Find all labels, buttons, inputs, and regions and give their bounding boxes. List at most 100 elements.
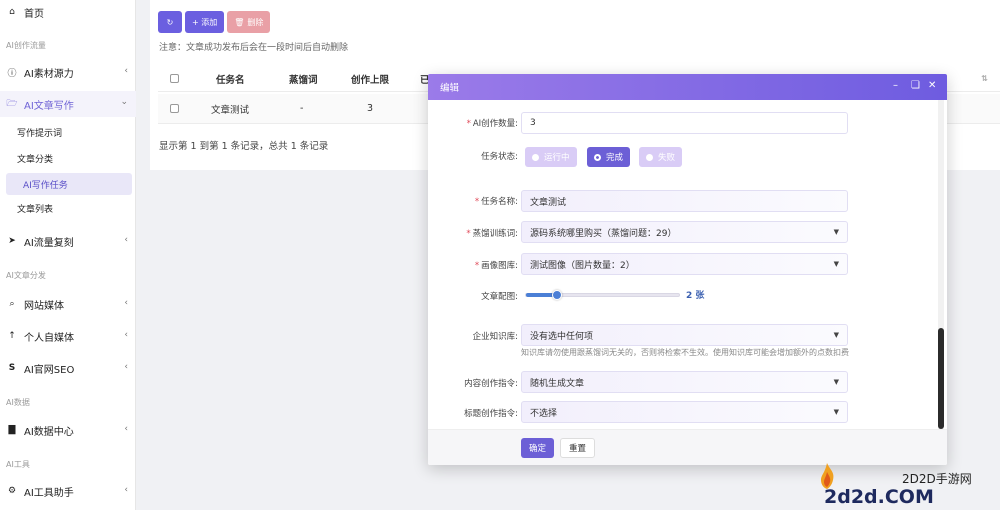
content-select[interactable]: 随机生成文章 ▼ [521, 371, 848, 393]
sidebar-item-data[interactable]: ▇ AI数据中心 ‹ [0, 418, 136, 442]
sidebar-item-writing[interactable]: 🗁 AI文章写作 ⌄ [0, 91, 136, 117]
sidebar-item-home[interactable]: ⌂ 首页 [0, 0, 136, 24]
title-select[interactable]: 不选择 ▼ [521, 401, 848, 423]
gear-icon: ⚙ [7, 486, 17, 496]
chevron-left-icon: ‹ [124, 424, 128, 434]
slider-handle[interactable] [552, 290, 562, 300]
brand-en-text: 2d2d.COM [824, 486, 934, 508]
word-select-value: 源码系统哪里购买（蒸馏问题：29） [530, 228, 677, 239]
count-input[interactable]: 3 [521, 112, 848, 134]
modal-footer: 确定 重置 [428, 429, 947, 465]
chevron-left-icon: ‹ [124, 362, 128, 372]
confirm-button[interactable]: 确定 [521, 438, 555, 458]
pic-slider[interactable] [525, 290, 680, 300]
col-header-limit[interactable]: 创作上限 [351, 72, 389, 86]
home-icon: ⌂ [9, 7, 15, 17]
modal-header: 编辑 – ❏ ✕ [428, 74, 947, 100]
sidebar-item-label: 首页 [24, 8, 44, 20]
title-select-value: 不选择 [530, 408, 558, 419]
chevron-left-icon: ‹ [124, 66, 128, 76]
pagination-info: 显示第 1 到第 1 条记录，总共 1 条记录 [159, 141, 329, 152]
cell-limit: 3 [367, 103, 374, 114]
status-radio-done[interactable]: 完成 [587, 147, 631, 167]
title-label: 标题创作指令: [464, 409, 518, 419]
cell-name: 文章测试 [211, 104, 250, 116]
sidebar-item-seo[interactable]: S AI官网SEO ‹ [0, 356, 136, 380]
count-label: * AI创作数量: [466, 119, 518, 129]
folder-open-icon: 🗁 [6, 99, 18, 109]
chevron-left-icon: ‹ [124, 235, 128, 245]
maximize-icon[interactable]: ❏ [911, 80, 920, 91]
sort-icon[interactable]: ⇅ [981, 74, 988, 83]
sidebar-category-label: AI文章分发 [6, 271, 46, 280]
sidebar-item-label: 个人自媒体 [24, 332, 74, 344]
word-label: * 蒸馏训练词: [466, 229, 518, 239]
sidebar-item-material[interactable]: ⓘ AI素材源力 ‹ [0, 60, 136, 84]
caret-down-icon: ▼ [833, 378, 839, 386]
content-select-value: 随机生成文章 [530, 378, 585, 389]
refresh-icon: ↻ [166, 17, 174, 27]
sidebar-category-label: AI工具 [6, 460, 30, 469]
toolbar: ↻ + 添加 🗑 删除 [158, 11, 271, 33]
rocket-icon: ➤ [8, 236, 16, 246]
image-select[interactable]: 测试图像（图片数量：2） ▼ [521, 253, 848, 275]
refresh-button[interactable]: ↻ [158, 11, 182, 33]
kb-select[interactable]: 没有选中任何项 ▼ [521, 324, 848, 346]
add-button[interactable]: + 添加 [185, 11, 225, 33]
chevron-down-icon: ⌄ [120, 97, 128, 107]
sidebar-item-site[interactable]: ⌕ 网站媒体 ‹ [0, 292, 136, 316]
sidebar-item-label: AI数据中心 [24, 426, 74, 438]
sidebar-item-self-media[interactable]: ↑ 个人自媒体 ‹ [0, 324, 136, 348]
status-radio-failed[interactable]: 失败 [639, 147, 683, 167]
caret-down-icon: ▼ [833, 408, 839, 416]
reset-button[interactable]: 重置 [560, 438, 596, 458]
image-select-value: 测试图像（图片数量：2） [530, 260, 635, 271]
name-label: * 任务名称: [474, 197, 518, 207]
sidebar-item-label: AI工具助手 [24, 487, 74, 499]
sidebar-subitem-task[interactable]: AI写作任务 [6, 173, 132, 195]
delete-button[interactable]: 🗑 删除 [227, 11, 271, 33]
help-circle-icon: ⓘ [7, 68, 17, 79]
col-header-word[interactable]: 蒸馏词 [289, 72, 318, 86]
radio-label: 完成 [606, 153, 624, 163]
pic-value: 2 张 [686, 291, 705, 301]
select-all-checkbox[interactable] [170, 74, 179, 83]
kb-label: 企业知识库: [472, 332, 518, 342]
sidebar-category-label: AI数据 [6, 398, 30, 407]
sidebar-category-label: AI创作流量 [6, 41, 46, 50]
modal-title: 编辑 [440, 83, 460, 94]
modal-scrollbar[interactable] [938, 100, 944, 429]
radio-label: 运行中 [544, 153, 570, 163]
search-icon: ⌕ [9, 299, 15, 309]
brand-watermark: 2D2D手游网 2d2d.COM [816, 462, 996, 508]
close-icon[interactable]: ✕ [928, 80, 936, 91]
sidebar-subitem-list[interactable]: 文章列表 [0, 197, 136, 219]
sidebar: ⌂ 首页 AI创作流量 ⓘ AI素材源力 ‹ 🗁 AI文章写作 ⌄ 写作提示词 … [0, 0, 136, 510]
sidebar-subitem-prompt[interactable]: 写作提示词 [0, 121, 136, 143]
caret-down-icon: ▼ [833, 331, 839, 339]
col-header-name[interactable]: 任务名 [216, 72, 245, 86]
chevron-left-icon: ‹ [124, 298, 128, 308]
sidebar-item-tools[interactable]: ⚙ AI工具助手 ‹ [0, 479, 136, 503]
sidebar-item-label: 网站媒体 [24, 300, 64, 312]
minimize-icon[interactable]: – [893, 80, 898, 91]
row-checkbox[interactable] [170, 104, 179, 113]
caret-down-icon: ▼ [833, 260, 839, 268]
notice-text: 注意：文章成功发布后会在一段时间后自动删除 [159, 43, 349, 53]
sidebar-subitem-category[interactable]: 文章分类 [0, 147, 136, 169]
delete-label: 删除 [247, 17, 264, 27]
word-select[interactable]: 源码系统哪里购买（蒸馏问题：29） ▼ [521, 221, 848, 243]
content-label: 内容创作指令: [464, 379, 518, 389]
radio-dot [532, 153, 539, 161]
kb-hint: 知识库请勿使用跟蒸馏词无关的，否则将检索不生效。使用知识库可能会增加额外的点数扣… [521, 348, 849, 357]
task-name-input[interactable]: 文章测试 [521, 190, 848, 212]
radio-dot [594, 153, 601, 161]
status-radio-running[interactable]: 运行中 [525, 147, 577, 167]
chevron-left-icon: ‹ [124, 330, 128, 340]
kb-select-value: 没有选中任何项 [530, 331, 594, 342]
scrollbar-thumb[interactable] [938, 328, 944, 429]
status-label: 任务状态: [481, 152, 518, 162]
pic-label: 文章配图: [481, 292, 518, 302]
sidebar-item-traffic[interactable]: ➤ AI流量复刻 ‹ [0, 229, 136, 253]
radio-dot [646, 153, 653, 161]
